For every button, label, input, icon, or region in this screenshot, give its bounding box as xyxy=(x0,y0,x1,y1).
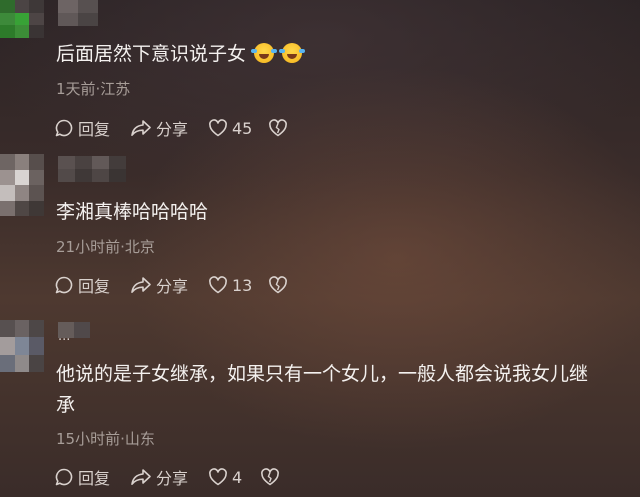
rolling-on-floor-laughing-icon xyxy=(251,43,275,63)
comment-bubble-icon xyxy=(55,468,73,486)
broken-heart-icon xyxy=(269,119,287,137)
comment-actions: 回复 分享 4 xyxy=(54,466,280,488)
like-count: 45 xyxy=(232,118,253,138)
share-arrow-icon xyxy=(131,469,151,485)
comment-actions: 回复 分享 13 xyxy=(54,274,288,296)
heart-icon xyxy=(209,468,227,486)
heart-icon xyxy=(209,119,227,137)
share-arrow-icon xyxy=(131,120,151,136)
share-label: 分享 xyxy=(156,469,189,488)
reply-label: 回复 xyxy=(78,469,111,488)
dislike-button[interactable] xyxy=(268,119,288,137)
reply-button[interactable]: 回复 xyxy=(54,273,130,297)
reply-label: 回复 xyxy=(78,120,111,139)
comment-meta: 15小时前·山东 xyxy=(56,430,155,448)
comment-text-line-1: 他说的是子女继承，如果只有一个女儿，一般人都会说我女儿继 xyxy=(56,363,589,385)
comment-text: 李湘真棒哈哈哈哈 xyxy=(56,201,209,223)
rolling-on-floor-laughing-icon xyxy=(279,43,303,63)
dislike-button[interactable] xyxy=(260,468,280,486)
comment-actions: 回复 分享 45 xyxy=(54,117,288,139)
reply-label: 回复 xyxy=(78,277,111,296)
like-button[interactable]: 45 xyxy=(208,119,268,138)
like-count: 13 xyxy=(232,275,253,295)
share-label: 分享 xyxy=(156,120,189,139)
avatar[interactable] xyxy=(0,154,44,216)
share-button[interactable]: 分享 xyxy=(130,465,208,489)
share-button[interactable]: 分享 xyxy=(130,273,208,297)
comment-meta: 21小时前·北京 xyxy=(56,238,155,256)
like-button[interactable]: 13 xyxy=(208,276,268,295)
share-button[interactable]: 分享 xyxy=(130,116,208,140)
dislike-button[interactable] xyxy=(268,276,288,294)
comment-bubble-icon xyxy=(55,276,73,294)
avatar[interactable] xyxy=(0,320,44,372)
broken-heart-icon xyxy=(261,468,279,486)
reply-button[interactable]: 回复 xyxy=(54,465,130,489)
heart-icon xyxy=(209,276,227,294)
username-mosaic[interactable] xyxy=(58,156,126,182)
username[interactable]: ... xyxy=(58,330,70,344)
like-button[interactable]: 4 xyxy=(208,468,260,487)
comment-bubble-icon xyxy=(55,119,73,137)
username-mosaic[interactable] xyxy=(58,0,98,26)
share-arrow-icon xyxy=(131,277,151,293)
like-count: 4 xyxy=(232,467,243,487)
comment-text-line-2: 承 xyxy=(56,394,76,416)
comment-meta: 1天前·江苏 xyxy=(56,80,131,98)
comment-text: 后面居然下意识说子女 xyxy=(56,40,303,69)
broken-heart-icon xyxy=(269,276,287,294)
avatar[interactable] xyxy=(0,0,44,38)
comment-body: 后面居然下意识说子女 xyxy=(56,43,247,65)
reply-button[interactable]: 回复 xyxy=(54,116,130,140)
share-label: 分享 xyxy=(156,277,189,296)
